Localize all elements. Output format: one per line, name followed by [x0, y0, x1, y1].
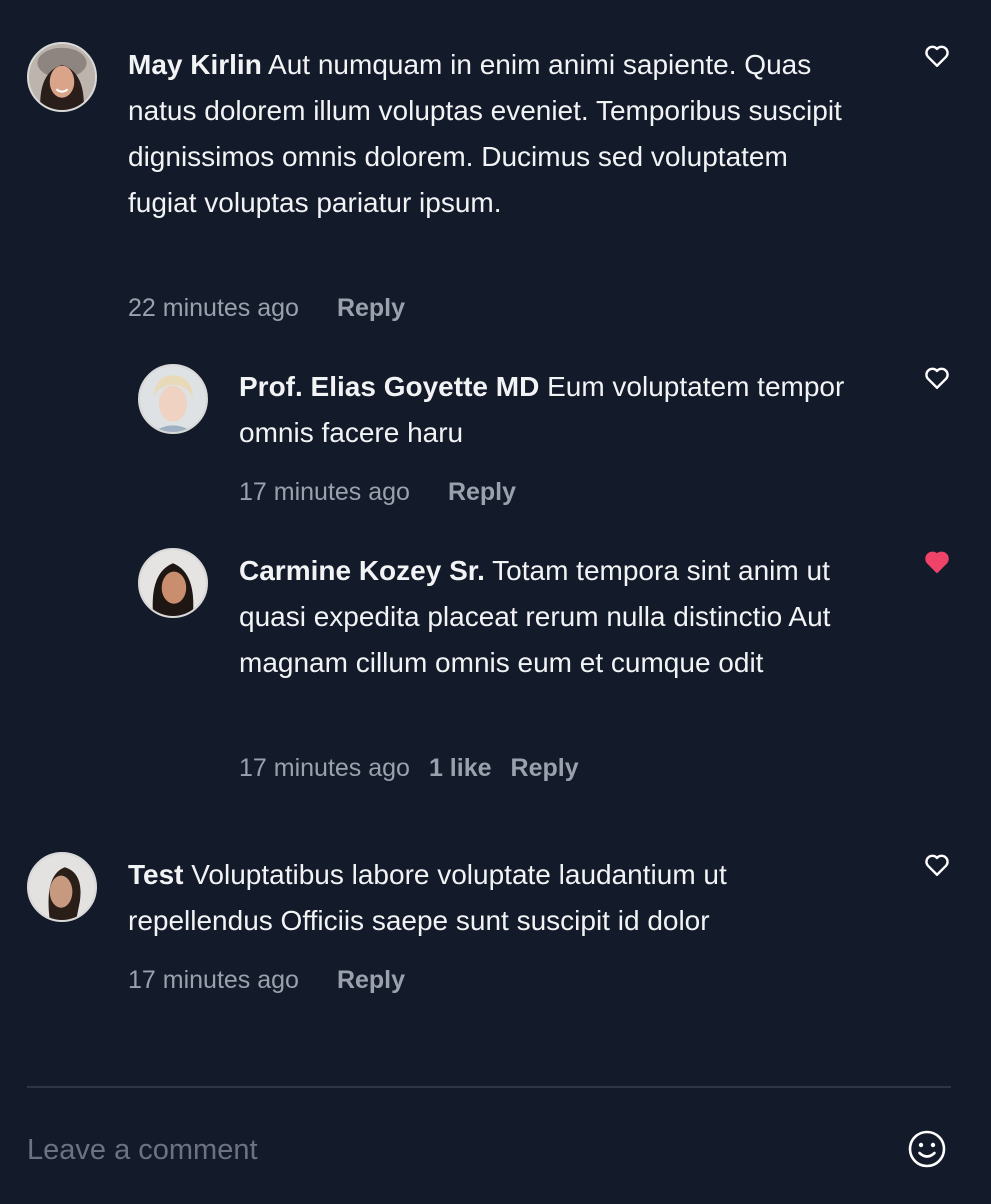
comment-meta: 17 minutes ago 1 like Reply: [239, 753, 579, 783]
comment-body: Prof. Elias Goyette MD Eum voluptatem te…: [239, 364, 849, 456]
comment-timestamp: 17 minutes ago: [128, 966, 299, 994]
composer-divider: [27, 1086, 951, 1088]
comment-meta: 22 minutes ago Reply: [128, 293, 405, 323]
comment-input[interactable]: [27, 1128, 887, 1172]
avatar[interactable]: [138, 364, 208, 434]
comment-author[interactable]: Prof. Elias Goyette MD: [239, 371, 539, 402]
comment-meta: 17 minutes ago Reply: [128, 965, 405, 995]
comment-author[interactable]: Carmine Kozey Sr.: [239, 555, 485, 586]
heart-outline-icon[interactable]: [924, 366, 950, 390]
reply-button[interactable]: Reply: [337, 965, 405, 995]
avatar[interactable]: [27, 42, 97, 112]
comment-text: Voluptatibus labore voluptate laudantium…: [128, 859, 727, 936]
comment-author[interactable]: May Kirlin: [128, 49, 262, 80]
comment-body: May Kirlin Aut numquam in enim animi sap…: [128, 42, 848, 226]
reply-button[interactable]: Reply: [448, 477, 516, 507]
comment-body: Test Voluptatibus labore voluptate lauda…: [128, 852, 848, 944]
comment-timestamp: 17 minutes ago: [239, 754, 410, 782]
comment-timestamp: 17 minutes ago: [239, 478, 410, 506]
smiley-icon[interactable]: [907, 1129, 947, 1169]
comment-author[interactable]: Test: [128, 859, 184, 890]
comment-body: Carmine Kozey Sr. Totam tempora sint ani…: [239, 548, 859, 686]
heart-filled-icon[interactable]: [924, 550, 950, 574]
heart-outline-icon[interactable]: [924, 44, 950, 68]
avatar[interactable]: [138, 548, 208, 618]
reply-button[interactable]: Reply: [337, 293, 405, 323]
reply-button[interactable]: Reply: [511, 753, 579, 783]
avatar[interactable]: [27, 852, 97, 922]
comment-meta: 17 minutes ago Reply: [239, 477, 516, 507]
heart-outline-icon[interactable]: [924, 853, 950, 877]
comment-timestamp: 22 minutes ago: [128, 294, 299, 322]
like-count[interactable]: 1 like: [429, 753, 492, 783]
